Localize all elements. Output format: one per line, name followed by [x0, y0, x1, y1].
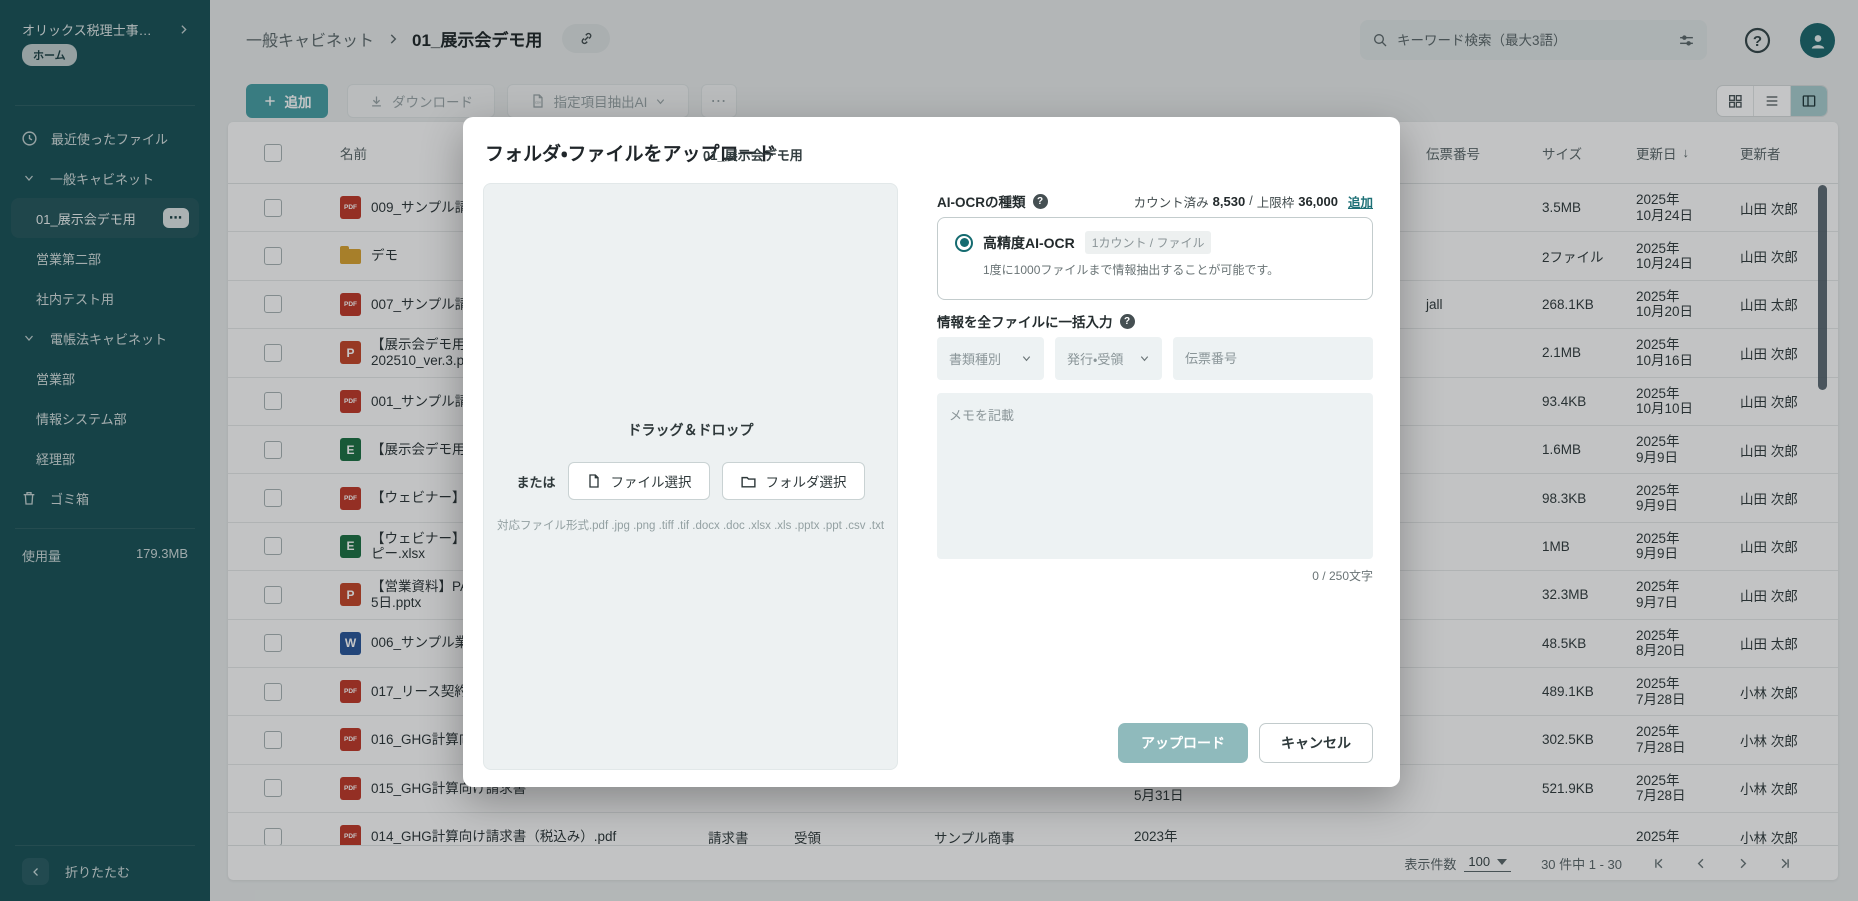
upload-button[interactable]: アップロード: [1118, 723, 1248, 763]
issue-select[interactable]: 発行・受領: [1055, 337, 1162, 380]
modal-right-panel: AI-OCRの種類 ? カウント済み8,530 / 上限枠36,000 追加 高…: [937, 117, 1373, 787]
supported-formats: 対応ファイル形式.pdf .jpg .png .tiff .tif .docx …: [487, 517, 894, 533]
cancel-button[interactable]: キャンセル: [1259, 723, 1373, 763]
ocr-option-desc: 1度に1000ファイルまで情報抽出することが可能です。: [983, 261, 1355, 278]
dropzone-heading: ドラッグ＆ドロップ: [628, 420, 754, 440]
doc-type-select[interactable]: 書類種別: [937, 337, 1044, 380]
ocr-option-card[interactable]: 高精度AI-OCR 1カウント / ファイル 1度に1000ファイルまで情報抽出…: [937, 217, 1373, 300]
char-counter: 0 / 250文字: [1312, 567, 1373, 584]
ocr-count-line: カウント済み8,530 / 上限枠36,000 追加: [1134, 192, 1373, 211]
help-tooltip-icon[interactable]: ?: [1033, 194, 1048, 209]
dropzone[interactable]: ドラッグ＆ドロップ または ファイル選択 フォルダ選択 対応ファイル形式.pdf…: [483, 183, 898, 770]
ocr-section-title: AI-OCRの種類 ?: [937, 191, 1048, 211]
chevron-down-icon: [1021, 353, 1032, 364]
ocr-option-label: 高精度AI-OCR: [983, 233, 1075, 253]
counted-value: 8,530: [1213, 194, 1246, 209]
or-label: または: [516, 472, 555, 491]
memo-textarea[interactable]: [937, 393, 1373, 559]
add-count-link[interactable]: 追加: [1348, 192, 1373, 211]
limit-value: 36,000: [1298, 194, 1338, 209]
slip-no-input[interactable]: [1173, 337, 1373, 380]
select-folder-button[interactable]: フォルダ選択: [722, 462, 865, 500]
select-file-button[interactable]: ファイル選択: [568, 462, 710, 500]
chevron-down-icon: [1139, 353, 1150, 364]
folder-icon: [740, 473, 757, 490]
ocr-option-badge: 1カウント / ファイル: [1085, 231, 1212, 254]
file-icon: [586, 473, 602, 489]
help-tooltip-icon[interactable]: ?: [1120, 314, 1135, 329]
modal-target-folder: 01_展示会デモ用: [703, 145, 803, 164]
bulk-section-title: 情報を全ファイルに一括入力 ?: [937, 311, 1135, 331]
radio-selected-icon[interactable]: [955, 234, 973, 252]
upload-modal: フォルダ・ファイルをアップロード 01_展示会デモ用 ドラッグ＆ドロップ または…: [463, 117, 1400, 787]
